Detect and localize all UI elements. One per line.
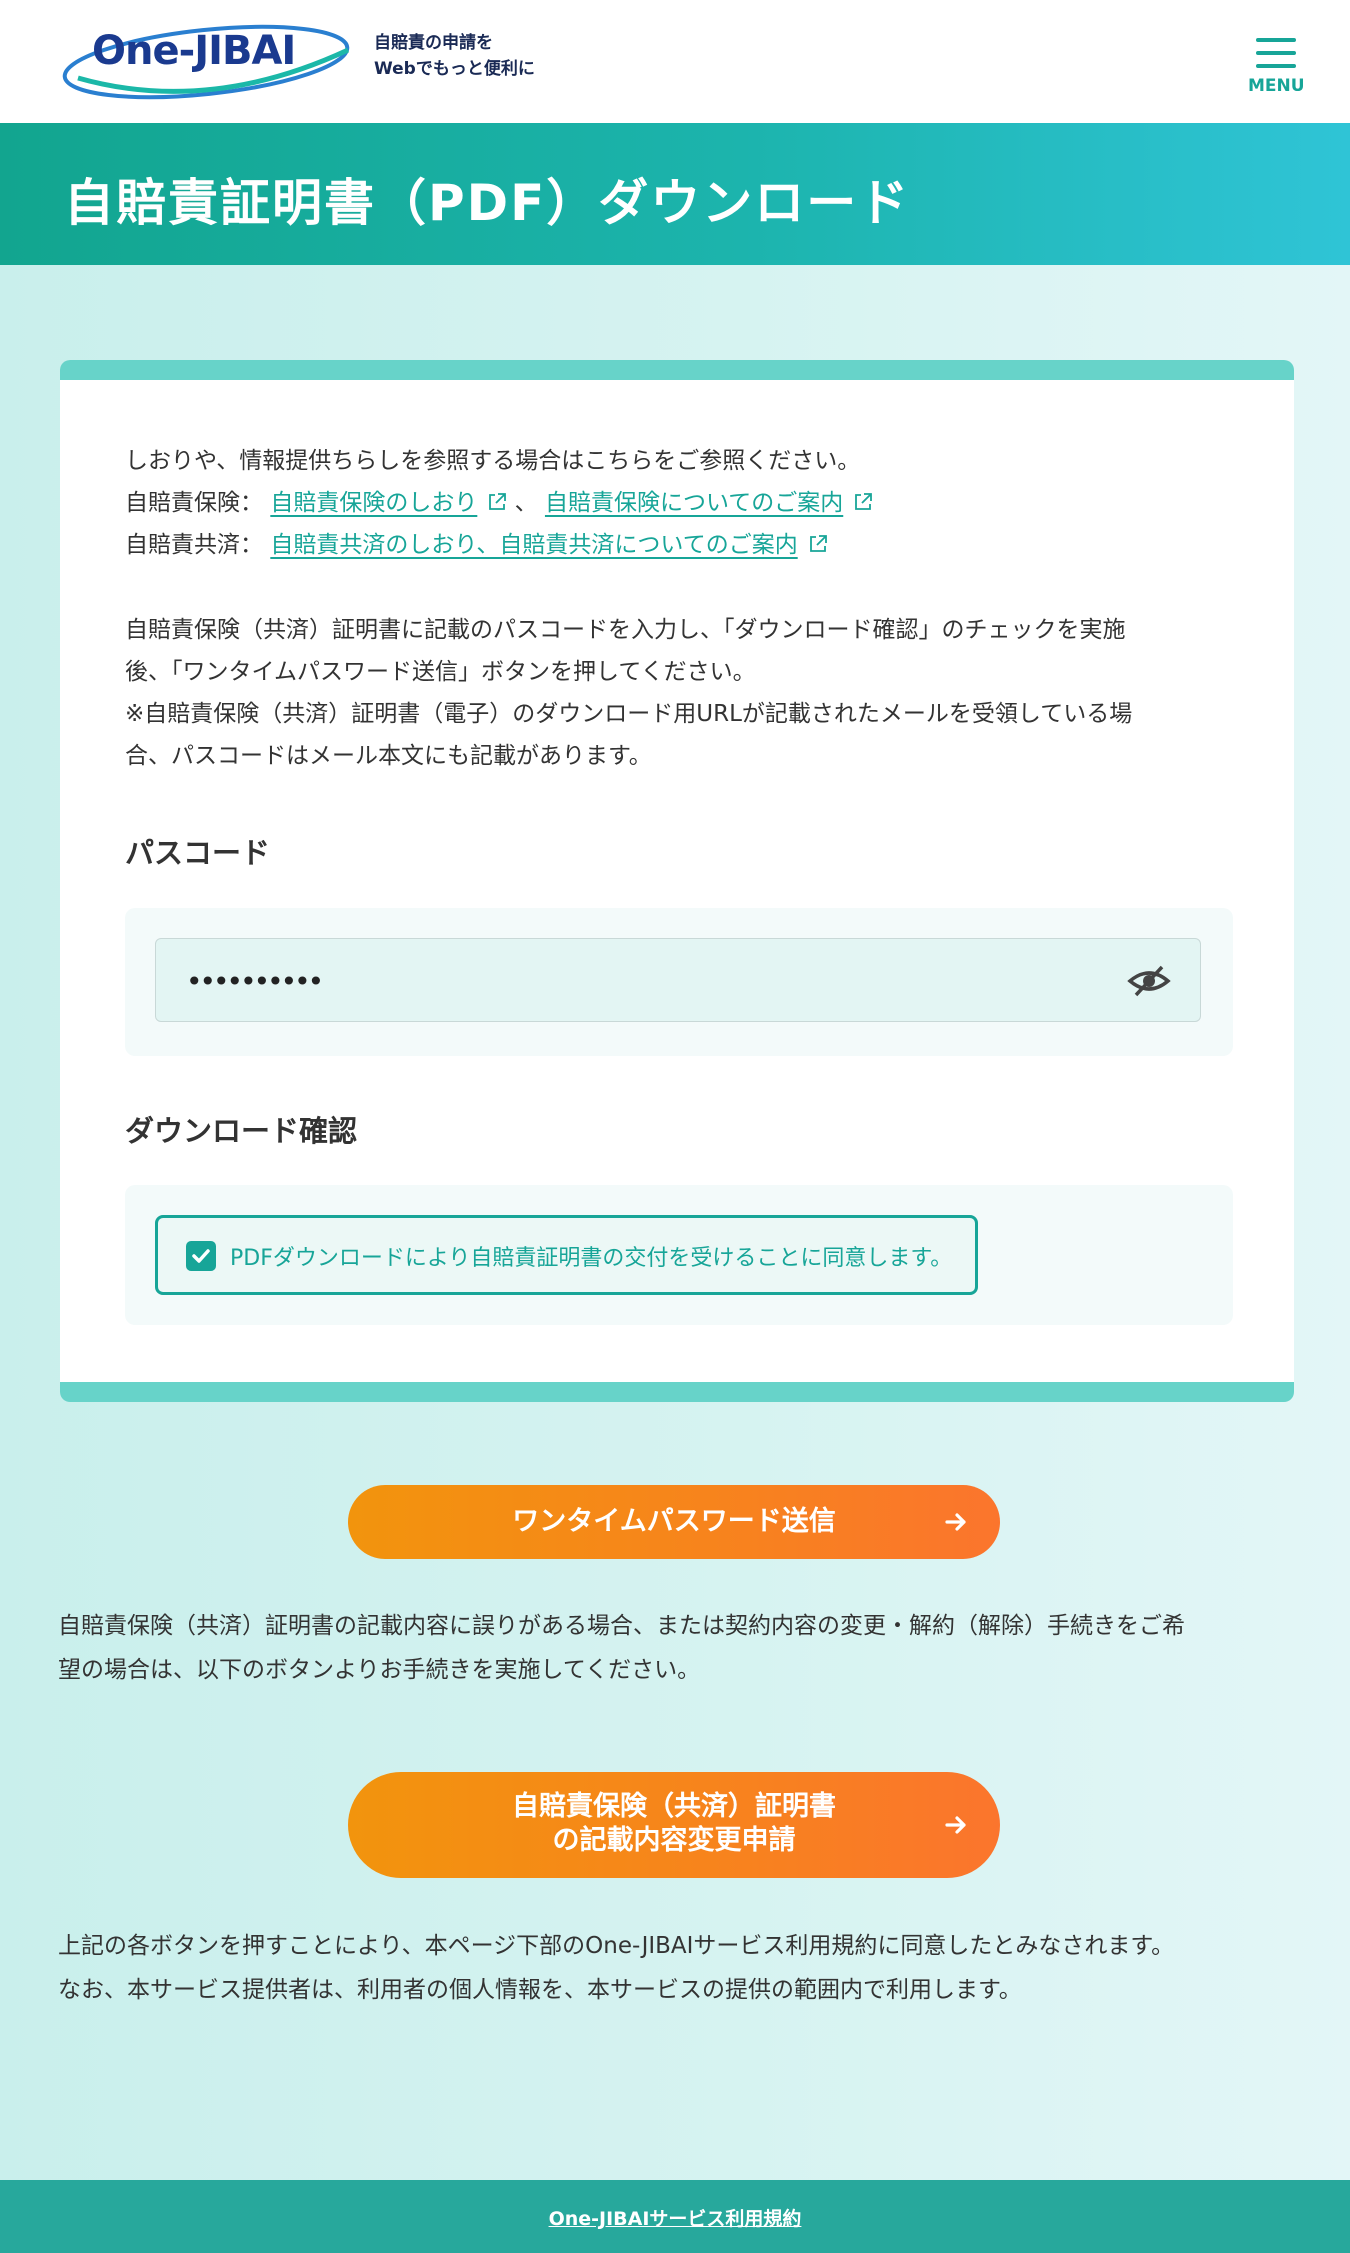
agreement-line-2: なお、本サービス提供者は、利用者の個人情報を、本サービスの提供の範囲内で利用しま… [58, 1977, 1022, 2003]
external-link-icon [855, 493, 873, 510]
logo-text: One-JIBAI [92, 28, 296, 74]
arrow-right-icon [945, 1816, 966, 1834]
instruction-line-3: ※自賠責保険（共済）証明書（電子）のダウンロード用URLが記載されたメールを受領… [125, 701, 1133, 727]
arrow-right-icon [945, 1513, 966, 1531]
passcode-panel: •••••••••• [125, 908, 1233, 1056]
menu-button[interactable]: MENU [1248, 34, 1305, 98]
passcode-heading: パスコード [125, 836, 271, 870]
page-title: 自賠責証明書（PDF）ダウンロード [64, 174, 911, 232]
insurance-info-link-text: 自賠責保険についてのご案内 [544, 490, 844, 516]
hamburger-icon [1256, 38, 1296, 42]
mutual-links-row: 自賠責共済： 自賠責共済のしおり、自賠責共済についてのご案内 [125, 524, 828, 566]
change-note-line-1: 自賠責保険（共済）証明書の記載内容に誤りがある場合、または契約内容の変更・解約（… [58, 1613, 1185, 1639]
change-note-line-2: 望の場合は、以下のボタンよりお手続きを実施してください。 [58, 1657, 701, 1683]
tagline-line-1: 自賠責の申請を [374, 33, 493, 53]
eye-slash-icon[interactable] [1126, 963, 1172, 999]
change-button-line-2: の記載内容変更申請 [552, 1825, 796, 1856]
download-confirm-heading: ダウンロード確認 [125, 1114, 358, 1148]
terms-of-service-link[interactable]: One-JIBAIサービス利用規約 [0, 2204, 1350, 2231]
otp-button-label: ワンタイムパスワード送信 [512, 1506, 836, 1537]
insurance-guide-link-text: 自賠責保険のしおり [270, 490, 478, 516]
page-title-banner: 自賠責証明書（PDF）ダウンロード [0, 123, 1350, 265]
passcode-value: •••••••••• [186, 965, 324, 998]
site-header: One-JIBAI 自賠責の申請を Webでもっと便利に MENU [0, 0, 1350, 123]
hamburger-icon-bar [1256, 51, 1296, 55]
external-link-icon [809, 535, 827, 552]
passcode-input[interactable]: •••••••••• [155, 938, 1201, 1022]
tagline-line-2: Webでもっと便利に [374, 59, 535, 79]
send-one-time-password-button[interactable]: ワンタイムパスワード送信 [348, 1485, 1000, 1559]
instruction-line-4: 合、パスコードはメール本文にも記載があります。 [125, 743, 652, 769]
check-icon [192, 1249, 210, 1263]
agreement-line-1: 上記の各ボタンを押すことにより、本ページ下部のOne-JIBAIサービス利用規約… [58, 1933, 1175, 1959]
external-link-icon [489, 493, 507, 510]
insurance-links-row: 自賠責保険： 自賠責保険のしおり 、 自賠責保険についてのご案内 [125, 482, 873, 524]
mutual-label: 自賠責共済： [125, 532, 263, 558]
change-button-line-1: 自賠責保険（共済）証明書 [512, 1791, 836, 1822]
link-separator: 、 [514, 490, 538, 516]
mutual-info-link[interactable]: 自賠責共済のしおり、自賠責共済についてのご案内 [270, 532, 827, 558]
one-jibai-logo[interactable]: One-JIBAI [58, 20, 358, 105]
checkbox-checked-icon [186, 1241, 216, 1271]
insurance-guide-link[interactable]: 自賠責保険のしおり [270, 490, 507, 516]
download-confirm-panel: PDFダウンロードにより自賠責証明書の交付を受けることに同意します。 [125, 1185, 1233, 1325]
intro-text: しおりや、情報提供ちらしを参照する場合はこちらをご参照ください。 [125, 448, 861, 474]
menu-label: MENU [1248, 76, 1305, 96]
card-top-border [60, 360, 1294, 380]
mutual-info-link-text: 自賠責共済のしおり、自賠責共済についてのご案内 [270, 532, 798, 558]
agree-checkbox-label: PDFダウンロードにより自賠責証明書の交付を受けることに同意します。 [230, 1246, 953, 1271]
instruction-line-1: 自賠責保険（共済）証明書に記載のパスコードを入力し、「ダウンロード確認」のチェッ… [125, 617, 1126, 643]
tagline: 自賠責の申請を Webでもっと便利に [374, 30, 594, 82]
certificate-change-request-button[interactable]: 自賠責保険（共済）証明書 の記載内容変更申請 [348, 1772, 1000, 1878]
insurance-info-link[interactable]: 自賠責保険についてのご案内 [545, 490, 873, 516]
site-footer: One-JIBAIサービス利用規約 [0, 2180, 1350, 2253]
hamburger-icon-bar [1256, 64, 1296, 68]
insurance-label: 自賠責保険： [125, 490, 263, 516]
instruction-line-2: 後、「ワンタイムパスワード送信」ボタンを押してください。 [125, 659, 756, 685]
card-bottom-border [60, 1382, 1294, 1402]
agree-checkbox[interactable]: PDFダウンロードにより自賠責証明書の交付を受けることに同意します。 [155, 1215, 978, 1295]
